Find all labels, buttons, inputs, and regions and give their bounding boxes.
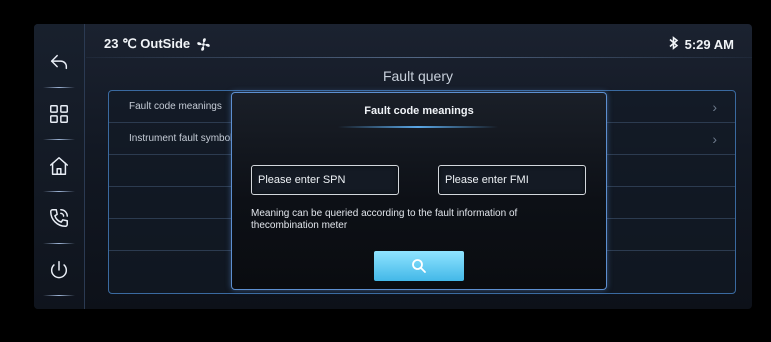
- head-unit-screen: 23 ℃ OutSide 5:29 AM Fault query Fault c…: [34, 24, 752, 309]
- outside-temperature: 23 ℃ OutSide: [104, 36, 211, 52]
- chevron-right-icon: ›: [712, 131, 717, 147]
- list-item-label: Instrument fault symbols: [129, 133, 238, 144]
- list-item-label: Fault code meanings: [129, 101, 222, 112]
- power-button[interactable]: [39, 250, 79, 296]
- search-icon: [412, 259, 426, 273]
- fmi-input[interactable]: [438, 165, 586, 195]
- page-title: Fault query: [382, 68, 454, 84]
- search-button[interactable]: [374, 251, 464, 281]
- dialog-title: Fault code meanings: [364, 105, 474, 117]
- bluetooth-icon: [668, 36, 679, 53]
- apps-button[interactable]: [39, 94, 79, 140]
- status-divider: [86, 57, 752, 58]
- back-button[interactable]: [39, 42, 79, 88]
- phone-icon: [50, 209, 68, 227]
- title-underline: [338, 126, 498, 128]
- chevron-right-icon: ›: [712, 99, 717, 115]
- home-icon: [50, 157, 68, 175]
- temperature-text: 23 ℃ OutSide: [104, 36, 191, 51]
- spn-input[interactable]: [251, 165, 399, 195]
- clock-time: 5:29 AM: [684, 37, 734, 52]
- apps-grid-icon: [50, 105, 68, 123]
- phone-button[interactable]: [39, 198, 79, 244]
- dialog-hint-text: Meaning can be queried according to the …: [251, 208, 518, 231]
- back-icon: [50, 54, 68, 70]
- fan-icon[interactable]: [196, 37, 211, 52]
- fault-code-dialog: Fault code meanings Meaning can be queri…: [231, 92, 607, 290]
- side-nav-rail: [34, 24, 85, 309]
- status-right: 5:29 AM: [668, 36, 734, 53]
- power-icon: [50, 261, 68, 279]
- home-button[interactable]: [39, 146, 79, 192]
